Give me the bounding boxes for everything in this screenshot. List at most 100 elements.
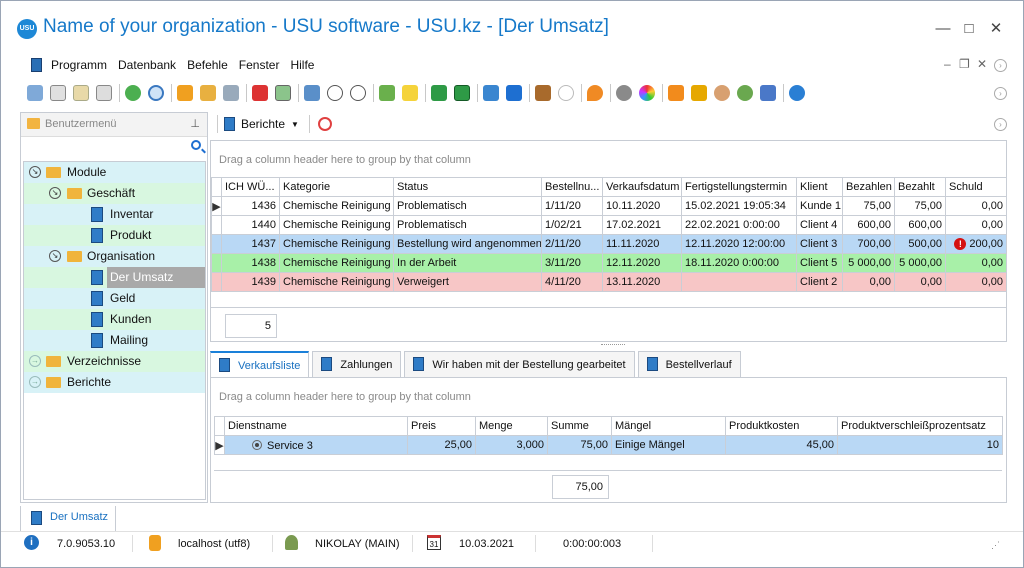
table-row[interactable]: ▶ 1436 Chemische Reinigung Problematisch…: [211, 196, 1007, 216]
filter-icon[interactable]: [177, 85, 193, 101]
table-cell[interactable]: 45,00: [725, 435, 838, 455]
mdi-close-icon[interactable]: ✕: [977, 57, 987, 71]
tree-item-geld[interactable]: Geld: [24, 288, 205, 309]
table-cell[interactable]: 1/02/21: [541, 215, 603, 235]
rss-icon[interactable]: [668, 85, 684, 101]
menu-search-input[interactable]: [21, 137, 207, 157]
tree-item-module[interactable]: ↘ Module: [24, 162, 205, 183]
menu-datenbank[interactable]: Datenbank: [118, 58, 176, 72]
table-cell[interactable]: 2/11/20: [541, 234, 603, 254]
column-header[interactable]: Produktkosten: [725, 416, 838, 436]
filter-clear-icon[interactable]: [223, 85, 239, 101]
table-cell[interactable]: Chemische Reinigung: [279, 253, 394, 273]
table-cell[interactable]: [681, 272, 797, 292]
maximize-icon[interactable]: □: [957, 17, 981, 41]
delete-icon[interactable]: [96, 85, 112, 101]
table-row[interactable]: 1440 Chemische Reinigung Problematisch 1…: [211, 215, 1007, 235]
add-row-icon[interactable]: [379, 85, 395, 101]
new-record-icon[interactable]: [27, 85, 43, 101]
menu-befehle[interactable]: Befehle: [187, 58, 228, 72]
table-cell[interactable]: 22.02.2021 0:00:00: [681, 215, 797, 235]
column-header[interactable]: Schuld: [945, 177, 1007, 197]
window-close-icon[interactable]: [506, 85, 522, 101]
table-cell[interactable]: 0,00: [842, 272, 895, 292]
table-cell[interactable]: Chemische Reinigung: [279, 234, 394, 254]
table-cell[interactable]: Client 4: [796, 215, 843, 235]
column-header[interactable]: ICH WÜ...: [221, 177, 280, 197]
toolbar-scroll-icon[interactable]: ›: [994, 87, 1007, 100]
debt-cell[interactable]: ! 200,00: [945, 234, 1007, 254]
search-icon[interactable]: [148, 85, 164, 101]
column-header[interactable]: Produktverschleißprozentsatz: [837, 416, 1003, 436]
document-tab-der-umsatz[interactable]: Der Umsatz: [20, 506, 116, 532]
table-cell[interactable]: 3,000: [475, 435, 548, 455]
table-cell[interactable]: Chemische Reinigung: [279, 272, 394, 292]
table-cell[interactable]: 12.11.2020: [602, 253, 682, 273]
table-cell[interactable]: 1436: [221, 196, 280, 216]
tree-item-geschaeft[interactable]: ↘ Geschäft: [24, 183, 205, 204]
table-cell[interactable]: 0,00: [945, 215, 1007, 235]
copy-icon[interactable]: [50, 85, 66, 101]
column-header[interactable]: Dienstname: [224, 416, 408, 436]
color-wheel-icon[interactable]: [639, 85, 655, 101]
column-header[interactable]: Klient: [796, 177, 843, 197]
table-cell[interactable]: 600,00: [842, 215, 895, 235]
expand-icon[interactable]: →: [29, 376, 41, 388]
expand-icon[interactable]: →: [29, 355, 41, 367]
tree-item-berichte[interactable]: → Berichte: [24, 372, 205, 393]
table-cell[interactable]: 11.11.2020: [602, 234, 682, 254]
menu-programm[interactable]: Programm: [51, 58, 107, 72]
table-row[interactable]: 1439 Chemische Reinigung Verweigert 4/11…: [211, 272, 1007, 292]
column-header[interactable]: Status: [393, 177, 542, 197]
table-cell[interactable]: Chemische Reinigung: [279, 196, 394, 216]
excel-export-icon[interactable]: [431, 85, 447, 101]
collapse-icon[interactable]: ↘: [29, 166, 41, 178]
table-cell[interactable]: 0,00: [945, 196, 1007, 216]
table-cell[interactable]: 3/11/20: [541, 253, 603, 273]
column-header[interactable]: Menge: [475, 416, 548, 436]
collapse-icon[interactable]: [327, 85, 343, 101]
tab-verkaufsliste[interactable]: Verkaufsliste: [210, 351, 310, 378]
settings-gear-icon[interactable]: [616, 85, 632, 101]
refresh-icon[interactable]: [125, 85, 141, 101]
filter-settings-icon[interactable]: [200, 85, 216, 101]
table-row[interactable]: ▶ Service 3 25,00 3,000 75,00 Einige Män…: [214, 435, 1003, 455]
tab-bestellverlauf[interactable]: Bestellverlauf: [637, 351, 741, 378]
table-cell[interactable]: 700,00: [842, 234, 895, 254]
table-cell[interactable]: 75,00: [894, 196, 946, 216]
table-cell[interactable]: 13.11.2020: [602, 272, 682, 292]
table-cell[interactable]: 1438: [221, 253, 280, 273]
window-new-icon[interactable]: [483, 85, 499, 101]
image-icon[interactable]: [275, 85, 291, 101]
table-cell[interactable]: In der Arbeit: [393, 253, 542, 273]
table-cell[interactable]: 25,00: [407, 435, 476, 455]
resize-grip-icon[interactable]: ⋰: [991, 540, 1000, 551]
collapse-icon[interactable]: ↘: [49, 250, 61, 262]
close-icon[interactable]: ✕: [984, 17, 1008, 41]
flag-icon[interactable]: [252, 85, 268, 101]
table-cell[interactable]: 5 000,00: [842, 253, 895, 273]
column-header[interactable]: Bestellnu...: [541, 177, 603, 197]
tree-item-inventar[interactable]: Inventar: [24, 204, 205, 225]
table-cell[interactable]: 0,00: [945, 253, 1007, 273]
column-header[interactable]: Preis: [407, 416, 476, 436]
tools-icon[interactable]: [760, 85, 776, 101]
collapse-icon[interactable]: ↘: [49, 187, 61, 199]
table-cell[interactable]: Problematisch: [393, 215, 542, 235]
search-icon[interactable]: [191, 140, 201, 150]
lock-icon[interactable]: [691, 85, 707, 101]
column-header[interactable]: Summe: [547, 416, 612, 436]
service-cell[interactable]: Service 3: [224, 435, 408, 455]
table-cell[interactable]: Bestellung wird angenommen: [393, 234, 542, 254]
tab-bestellung-bearbeitet[interactable]: Wir haben mit der Bestellung gearbeitet: [404, 351, 635, 378]
tree-item-organisation[interactable]: ↘ Organisation: [24, 246, 205, 267]
table-cell[interactable]: Verweigert: [393, 272, 542, 292]
tree-item-kunden[interactable]: Kunden: [24, 309, 205, 330]
column-header[interactable]: Mängel: [611, 416, 726, 436]
table-cell[interactable]: Client 3: [796, 234, 843, 254]
table-cell[interactable]: Kunde 1: [796, 196, 843, 216]
table-cell[interactable]: 15.02.2021 19:05:34: [681, 196, 797, 216]
table-cell[interactable]: Client 5: [796, 253, 843, 273]
menu-scroll-icon[interactable]: ›: [994, 59, 1007, 72]
table-cell[interactable]: 500,00: [894, 234, 946, 254]
